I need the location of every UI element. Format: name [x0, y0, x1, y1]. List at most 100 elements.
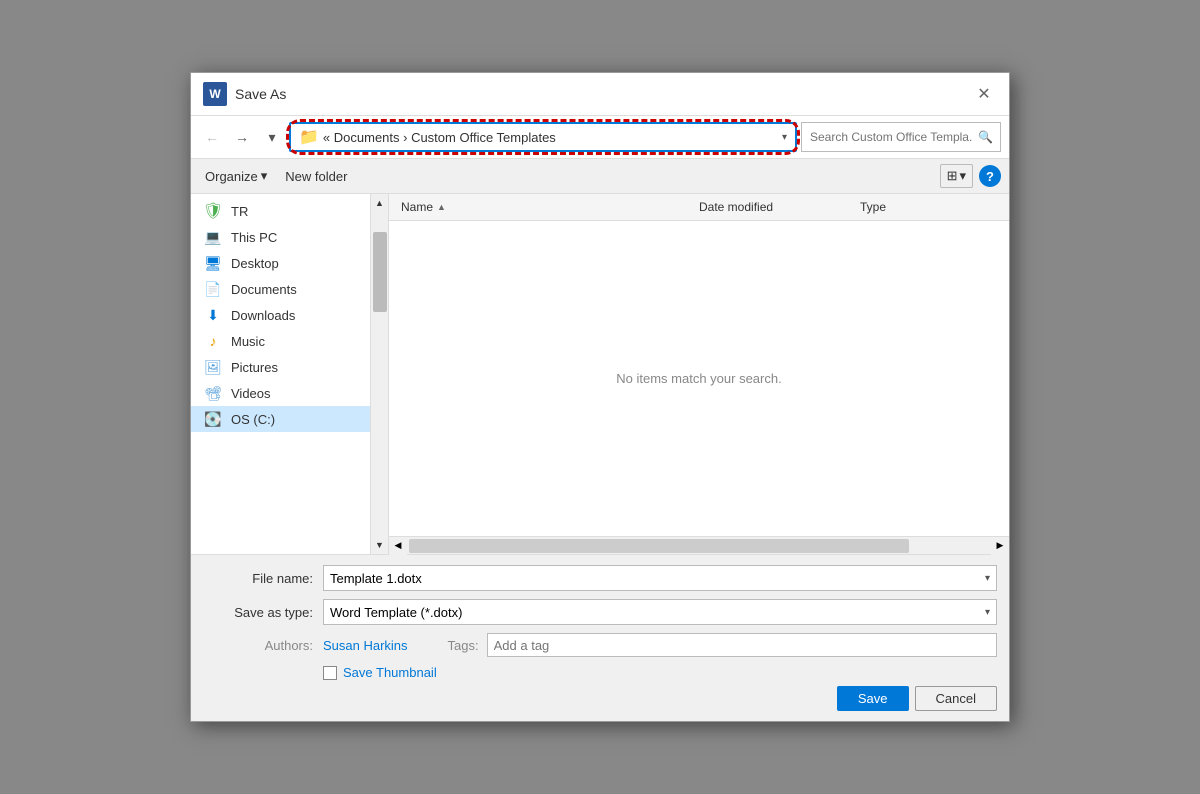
close-button[interactable]: ✕ — [971, 81, 997, 107]
computer-icon: 💻 — [203, 229, 223, 245]
column-type-label: Type — [860, 200, 886, 214]
column-header-date[interactable]: Date modified — [687, 198, 848, 216]
scroll-down-button[interactable]: ▼ — [371, 536, 388, 554]
view-button[interactable]: ⊞ ▾ — [940, 164, 973, 188]
sidebar-item-osc[interactable]: 💽 OS (C:) — [191, 406, 370, 432]
search-wrapper: 🔍 — [801, 122, 1001, 152]
sidebar-item-documents[interactable]: 📄 Documents — [191, 276, 370, 302]
forward-button[interactable]: → — [229, 124, 255, 150]
search-input[interactable] — [801, 122, 1001, 152]
drive-icon: 💽 — [203, 411, 223, 427]
column-name-label: Name — [401, 200, 433, 214]
sidebar-item-tr[interactable]: 🛡 TR — [191, 198, 370, 224]
sidebar-item-music[interactable]: ♪ Music — [191, 328, 370, 354]
title-bar: W Save As ✕ — [191, 73, 1009, 116]
folder-icon: 📁 — [299, 127, 319, 147]
address-chevron-icon: ▾ — [782, 132, 787, 143]
sidebar-item-pictures[interactable]: 🖼 Pictures — [191, 354, 370, 380]
hscroll-thumb — [409, 539, 909, 553]
nav-dropdown-icon: ▾ — [268, 129, 275, 146]
cancel-button[interactable]: Cancel — [915, 686, 997, 711]
shield-icon: 🛡 — [203, 203, 223, 219]
address-bar[interactable]: 📁 « Documents › Custom Office Templates … — [289, 122, 797, 152]
horizontal-scrollbar[interactable]: ◀ ▶ — [389, 536, 1009, 554]
sidebar-item-desktop-label: Desktop — [231, 256, 279, 271]
save-button[interactable]: Save — [837, 686, 909, 711]
file-name-row: File name: Template 1.dotx ▾ — [203, 565, 997, 591]
sidebar-item-videos[interactable]: 📽 Videos — [191, 380, 370, 406]
sidebar-item-this-pc[interactable]: 💻 This PC — [191, 224, 370, 250]
sidebar: 🛡 TR 💻 This PC 🖥 Desktop 📄 Documents ⬇ D… — [191, 194, 371, 554]
action-buttons: Save Cancel — [203, 686, 997, 711]
documents-icon: 📄 — [203, 281, 223, 297]
address-bar-wrapper: 📁 « Documents › Custom Office Templates … — [289, 122, 797, 152]
nav-dropdown-button[interactable]: ▾ — [259, 124, 285, 150]
forward-icon: → — [235, 129, 249, 145]
view-icon: ⊞ — [947, 168, 958, 184]
save-type-dropdown-icon: ▾ — [985, 607, 990, 618]
file-list-header: Name ▲ Date modified Type — [389, 194, 1009, 221]
sidebar-item-downloads[interactable]: ⬇ Downloads — [191, 302, 370, 328]
authors-tags-row: Authors: Susan Harkins Tags: — [203, 633, 997, 657]
title-left: W Save As — [203, 82, 286, 106]
pictures-icon: 🖼 — [203, 359, 223, 375]
downloads-icon: ⬇ — [203, 307, 223, 323]
sort-asc-icon: ▲ — [437, 202, 446, 212]
save-as-dialog: W Save As ✕ ← → ▾ 📁 « Documents › Custom… — [190, 72, 1010, 722]
nav-bar: ← → ▾ 📁 « Documents › Custom Office Temp… — [191, 116, 1009, 159]
file-name-dropdown-icon: ▾ — [985, 573, 990, 584]
new-folder-label: New folder — [285, 169, 347, 184]
sidebar-item-desktop[interactable]: 🖥 Desktop — [191, 250, 370, 276]
hscroll-right-button[interactable]: ▶ — [991, 537, 1009, 555]
file-name-input[interactable]: Template 1.dotx ▾ — [323, 565, 997, 591]
sidebar-item-this-pc-label: This PC — [231, 230, 277, 245]
save-type-input[interactable]: Word Template (*.dotx) ▾ — [323, 599, 997, 625]
sidebar-item-osc-label: OS (C:) — [231, 412, 275, 427]
scroll-thumb — [373, 232, 387, 312]
file-list-empty-message: No items match your search. — [389, 221, 1009, 536]
scroll-up-button[interactable]: ▲ — [371, 194, 388, 212]
dialog-title: Save As — [235, 86, 286, 102]
save-type-label: Save as type: — [203, 605, 323, 620]
thumbnail-checkbox[interactable] — [323, 666, 337, 680]
sidebar-item-pictures-label: Pictures — [231, 360, 278, 375]
new-folder-button[interactable]: New folder — [279, 166, 353, 187]
sidebar-item-documents-label: Documents — [231, 282, 297, 297]
organize-arrow-icon: ▾ — [261, 168, 268, 184]
word-icon: W — [203, 82, 227, 106]
back-icon: ← — [205, 129, 219, 145]
bottom-area: File name: Template 1.dotx ▾ Save as typ… — [191, 554, 1009, 721]
save-type-value: Word Template (*.dotx) — [330, 605, 462, 620]
thumbnail-label[interactable]: Save Thumbnail — [343, 665, 437, 680]
sidebar-scrollbar[interactable]: ▲ ▼ — [371, 194, 389, 554]
column-header-type[interactable]: Type — [848, 198, 1009, 216]
help-button[interactable]: ? — [979, 165, 1001, 187]
column-header-name[interactable]: Name ▲ — [389, 198, 687, 216]
file-list-area: Name ▲ Date modified Type No items match… — [389, 194, 1009, 554]
file-name-value: Template 1.dotx — [330, 571, 422, 586]
tags-input[interactable] — [487, 633, 997, 657]
sidebar-item-tr-label: TR — [231, 204, 248, 219]
sidebar-item-music-label: Music — [231, 334, 265, 349]
authors-value[interactable]: Susan Harkins — [323, 638, 408, 653]
organize-label: Organize — [205, 169, 258, 184]
music-icon: ♪ — [203, 333, 223, 349]
address-text: « Documents › Custom Office Templates — [323, 130, 556, 145]
authors-label: Authors: — [203, 638, 323, 653]
sidebar-item-videos-label: Videos — [231, 386, 271, 401]
search-icon: 🔍 — [978, 130, 993, 144]
organize-button[interactable]: Organize ▾ — [199, 165, 273, 187]
hscroll-track — [407, 537, 991, 554]
column-date-label: Date modified — [699, 200, 773, 214]
desktop-icon: 🖥 — [203, 255, 223, 271]
view-arrow-icon: ▾ — [959, 168, 966, 184]
thumbnail-row: Save Thumbnail — [203, 665, 997, 680]
sidebar-item-downloads-label: Downloads — [231, 308, 295, 323]
toolbar: Organize ▾ New folder ⊞ ▾ ? — [191, 159, 1009, 194]
help-label: ? — [986, 169, 994, 184]
back-button[interactable]: ← — [199, 124, 225, 150]
hscroll-left-button[interactable]: ◀ — [389, 537, 407, 555]
videos-icon: 📽 — [203, 385, 223, 401]
file-name-label: File name: — [203, 571, 323, 586]
save-type-row: Save as type: Word Template (*.dotx) ▾ — [203, 599, 997, 625]
